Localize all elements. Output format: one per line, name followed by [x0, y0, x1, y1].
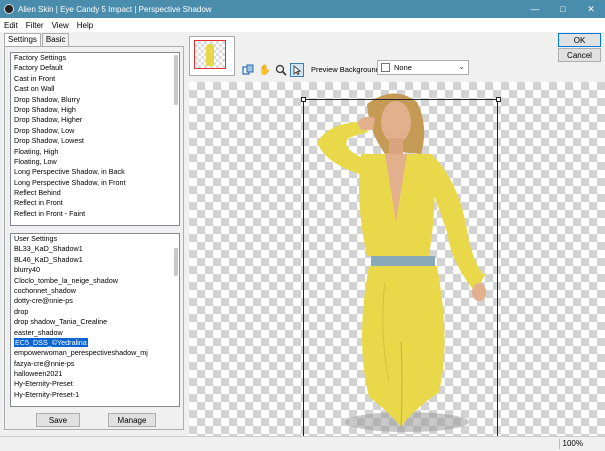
- settings-tabs: Settings Basic: [4, 33, 70, 46]
- list-item[interactable]: Reflect in Front - Faint: [11, 209, 179, 219]
- save-button[interactable]: Save: [36, 413, 80, 427]
- list-item[interactable]: Long Perspective Shadow, in Front: [11, 178, 179, 188]
- user-settings-list[interactable]: User Settings BL33_KaD_Shadow1 BL46_KaD_…: [10, 233, 180, 407]
- preview-background-select[interactable]: None ⌄: [377, 60, 469, 75]
- chevron-down-icon: ⌄: [458, 62, 465, 71]
- color-swatch-icon: [381, 63, 390, 72]
- list-item[interactable]: Cloclo_tombe_la_neige_shadow: [11, 276, 179, 286]
- preview-canvas[interactable]: [189, 82, 605, 436]
- list-item[interactable]: easter_shadow: [11, 328, 179, 338]
- preview-background-label: Preview Background:: [311, 65, 382, 74]
- zoom-level: 100%: [562, 439, 583, 448]
- list-item-selected[interactable]: EC5_DSS_©Yedralina: [11, 337, 179, 348]
- manage-button[interactable]: Manage: [108, 413, 156, 427]
- list-item[interactable]: Reflect in Front: [11, 198, 179, 208]
- factory-list-scrollbar[interactable]: [174, 55, 178, 105]
- window-title: Alien Skin | Eye Candy 5 Impact | Perspe…: [18, 4, 212, 14]
- settings-panel: Factory Settings Factory Default Cast in…: [4, 46, 184, 430]
- list-item[interactable]: Hy-Eternity-Preset-1: [11, 390, 179, 400]
- ok-button[interactable]: OK: [558, 33, 601, 47]
- list-item[interactable]: Reflect Behind: [11, 188, 179, 198]
- preview-background-value: None: [394, 63, 412, 72]
- list-item[interactable]: Drop Shadow, High: [11, 105, 179, 115]
- list-item[interactable]: drop: [11, 307, 179, 317]
- menu-help[interactable]: Help: [73, 21, 97, 30]
- list-item[interactable]: cochonnet_shadow: [11, 286, 179, 296]
- menu-edit[interactable]: Edit: [0, 21, 22, 30]
- list-item[interactable]: Drop Shadow, Lowest: [11, 136, 179, 146]
- tab-settings[interactable]: Settings: [4, 33, 41, 46]
- list-item[interactable]: empowerwoman_perespectiveshadow_mj: [11, 348, 179, 358]
- list-item[interactable]: Hy-Eternity-Preset: [11, 379, 179, 389]
- list-item[interactable]: Drop Shadow, Blurry: [11, 95, 179, 105]
- user-list-scrollbar[interactable]: [174, 248, 178, 276]
- user-settings-header: User Settings: [14, 234, 58, 243]
- navigator-thumbnail[interactable]: [189, 36, 235, 76]
- navigator-viewport[interactable]: [194, 40, 226, 69]
- resize-handle[interactable]: [496, 97, 501, 102]
- window-controls: — □ ✕: [521, 0, 605, 18]
- maximize-button[interactable]: □: [549, 0, 577, 18]
- list-item[interactable]: fazya-cre@nnie-ps: [11, 359, 179, 369]
- factory-settings-header: Factory Settings: [14, 53, 66, 62]
- list-item[interactable]: Floating, High: [11, 147, 179, 157]
- close-button[interactable]: ✕: [577, 0, 605, 18]
- list-item[interactable]: Cast on Wall: [11, 84, 179, 94]
- status-bar: 100%: [0, 436, 605, 451]
- list-item[interactable]: BL33_KaD_Shadow1: [11, 244, 179, 254]
- list-item[interactable]: halloween2021: [11, 369, 179, 379]
- selection-arrow-icon[interactable]: [290, 63, 304, 77]
- title-bar: Alien Skin | Eye Candy 5 Impact | Perspe…: [0, 0, 605, 18]
- resize-handle[interactable]: [301, 97, 306, 102]
- list-item[interactable]: Drop Shadow, Low: [11, 126, 179, 136]
- menu-bar: Edit Filter View Help: [0, 18, 605, 32]
- thumbnail-figure: [206, 44, 214, 66]
- list-item[interactable]: Cast in Front: [11, 74, 179, 84]
- factory-settings-list[interactable]: Factory Settings Factory Default Cast in…: [10, 52, 180, 226]
- list-item[interactable]: Factory Default: [11, 63, 179, 73]
- minimize-button[interactable]: —: [521, 0, 549, 18]
- list-item[interactable]: drop shadow_Tania_Crealine: [11, 317, 179, 327]
- menu-filter[interactable]: Filter: [22, 21, 48, 30]
- zoom-tool-icon[interactable]: [274, 63, 288, 77]
- list-item[interactable]: Long Perspective Shadow, in Back: [11, 167, 179, 177]
- selection-frame[interactable]: [303, 99, 498, 436]
- selected-item-label: EC5_DSS_©Yedralina: [14, 337, 88, 347]
- list-item[interactable]: dotty-cre@nnie-ps: [11, 296, 179, 306]
- list-item[interactable]: blurry40: [11, 265, 179, 275]
- list-item[interactable]: BL46_KaD_Shadow1: [11, 255, 179, 265]
- list-item[interactable]: Floating, Low: [11, 157, 179, 167]
- menu-view[interactable]: View: [48, 21, 73, 30]
- cancel-button[interactable]: Cancel: [558, 48, 601, 62]
- hand-tool-icon[interactable]: ✋: [258, 63, 272, 77]
- compare-tool-icon[interactable]: [241, 63, 255, 77]
- app-icon: [4, 4, 14, 14]
- status-separator: [559, 439, 560, 449]
- list-item[interactable]: Drop Shadow, Higher: [11, 115, 179, 125]
- tab-basic[interactable]: Basic: [41, 33, 70, 46]
